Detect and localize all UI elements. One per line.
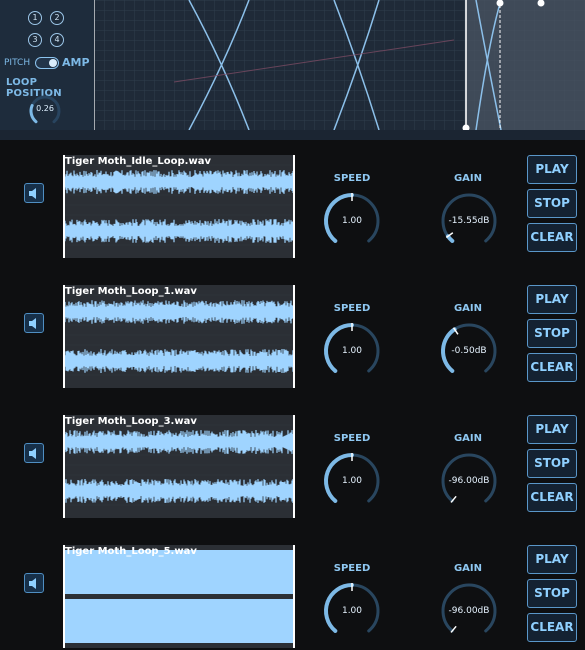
amp-label: AMP xyxy=(62,56,90,69)
clear-button[interactable]: CLEAR xyxy=(527,483,577,512)
sample-row: Tiger Moth_Idle_Loop.wav SPEED 1.00 GAIN… xyxy=(0,155,585,285)
sample-filename: Tiger Moth_Loop_3.wav xyxy=(65,416,197,427)
gain-value: -96.00dB xyxy=(448,606,490,616)
speaker-icon xyxy=(29,578,36,589)
loop-editor-panel: 1 2 3 4 PITCH AMP LOOP POSITION 0.26 xyxy=(0,0,585,140)
speed-value: 1.00 xyxy=(341,476,363,486)
speaker-icon xyxy=(29,188,36,199)
stop-button[interactable]: STOP xyxy=(527,189,577,218)
gain-label: GAIN xyxy=(453,303,483,314)
sample-filename: Tiger Moth_Loop_1.wav xyxy=(65,286,197,297)
sample-row: Tiger Moth_Loop_5.wav SPEED 1.00 GAIN -9… xyxy=(0,545,585,650)
play-button[interactable]: PLAY xyxy=(527,155,577,184)
speed-value: 1.00 xyxy=(341,346,363,356)
clear-button[interactable]: CLEAR xyxy=(527,223,577,252)
mute-button[interactable] xyxy=(24,183,44,203)
loop-controls: 1 2 3 4 PITCH AMP LOOP POSITION 0.26 xyxy=(0,0,94,130)
speed-label: SPEED xyxy=(333,303,371,314)
play-button[interactable]: PLAY xyxy=(527,285,577,314)
pitch-amp-switch-row: PITCH AMP xyxy=(4,56,94,70)
play-button[interactable]: PLAY xyxy=(527,545,577,574)
loop-position-value: 0.26 xyxy=(36,104,54,113)
clear-button[interactable]: CLEAR xyxy=(527,613,577,642)
pitch-amp-toggle[interactable] xyxy=(35,57,59,69)
mute-button[interactable] xyxy=(24,573,44,593)
play-button[interactable]: PLAY xyxy=(527,415,577,444)
waveform-display[interactable]: Tiger Moth_Loop_1.wav xyxy=(63,285,295,388)
slot-2-button[interactable]: 2 xyxy=(50,11,64,25)
gain-value: -96.00dB xyxy=(448,476,490,486)
speed-value: 1.00 xyxy=(341,216,363,226)
stop-button[interactable]: STOP xyxy=(527,579,577,608)
slot-1-button[interactable]: 1 xyxy=(28,11,42,25)
mute-button[interactable] xyxy=(24,313,44,333)
waveform-display[interactable]: Tiger Moth_Loop_3.wav xyxy=(63,415,295,518)
mute-button[interactable] xyxy=(24,443,44,463)
pitch-label: PITCH xyxy=(4,58,31,68)
slot-4-button[interactable]: 4 xyxy=(50,33,64,47)
waveform-display[interactable]: Tiger Moth_Loop_5.wav xyxy=(63,545,295,648)
waveform-display[interactable]: Tiger Moth_Idle_Loop.wav xyxy=(63,155,295,258)
sample-filename: Tiger Moth_Loop_5.wav xyxy=(65,546,197,557)
loop-region[interactable] xyxy=(466,0,585,130)
gain-value: -15.55dB xyxy=(448,216,490,226)
speed-label: SPEED xyxy=(333,563,371,574)
toggle-knob xyxy=(49,59,57,67)
speed-label: SPEED xyxy=(333,433,371,444)
slot-3-button[interactable]: 3 xyxy=(28,33,42,47)
speed-label: SPEED xyxy=(333,173,371,184)
sample-row: Tiger Moth_Loop_1.wav SPEED 1.00 GAIN -0… xyxy=(0,285,585,415)
clear-button[interactable]: CLEAR xyxy=(527,353,577,382)
gain-label: GAIN xyxy=(453,173,483,184)
stop-button[interactable]: STOP xyxy=(527,319,577,348)
stop-button[interactable]: STOP xyxy=(527,449,577,478)
gain-label: GAIN xyxy=(453,563,483,574)
speaker-icon xyxy=(29,448,36,459)
speed-value: 1.00 xyxy=(341,606,363,616)
sample-filename: Tiger Moth_Idle_Loop.wav xyxy=(65,156,211,167)
gain-label: GAIN xyxy=(453,433,483,444)
sample-row: Tiger Moth_Loop_3.wav SPEED 1.00 GAIN -9… xyxy=(0,415,585,545)
gain-value: -0.50dB xyxy=(451,346,487,356)
crossfade-graph[interactable] xyxy=(94,0,585,130)
speaker-icon xyxy=(29,318,36,329)
